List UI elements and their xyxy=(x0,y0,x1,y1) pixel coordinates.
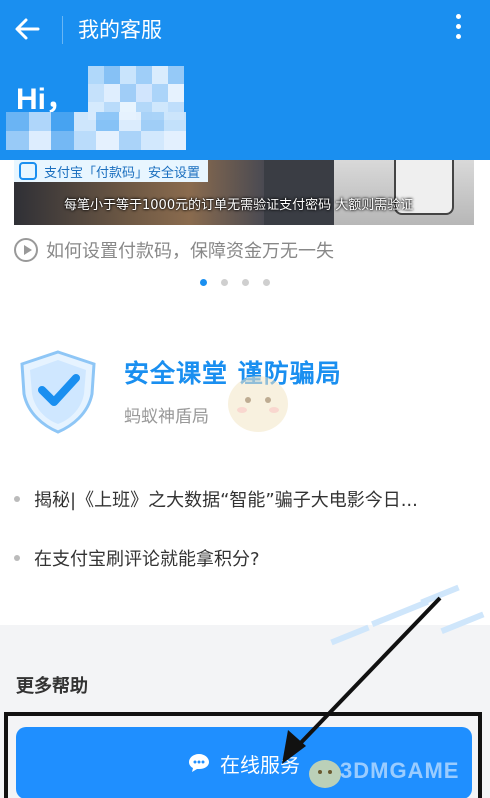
shield-check-icon xyxy=(20,350,96,434)
carousel-dot[interactable] xyxy=(200,279,207,286)
video-title: 如何设置付款码，保障资金万无一失 xyxy=(46,241,334,262)
more-help-heading: 更多帮助 xyxy=(16,676,88,697)
bullet xyxy=(14,555,20,561)
banner-tagline: 支付宝「付款码」安全设置 xyxy=(14,160,209,182)
promo-banner[interactable]: 支付宝「付款码」安全设置 每笔小于等于1000元的订单无需验证支付密码 大额则需… xyxy=(14,160,474,225)
header-divider xyxy=(62,16,63,44)
decorative-stripes xyxy=(330,584,485,646)
app-header: 我的客服 Hi， xyxy=(0,0,490,160)
online-service-label: 在线服务 xyxy=(220,752,300,777)
news-item[interactable]: 揭秘|《上班》之大数据“智能”骗子大电影今日... xyxy=(14,484,474,514)
watermark-text: 3DMGAME xyxy=(340,758,460,783)
play-circle-icon xyxy=(14,238,38,262)
security-class-card[interactable]: 安全课堂 谨防骗局 蚂蚁神盾局 xyxy=(14,348,474,438)
watermark-mascot-icon xyxy=(309,760,341,788)
news-title: 在支付宝刷评论就能拿积分? xyxy=(34,549,260,570)
carousel-dot[interactable] xyxy=(242,279,249,286)
banner-caption: 每笔小于等于1000元的订单无需验证支付密码 大额则需验证 xyxy=(64,198,414,213)
mascot-watermark-icon xyxy=(228,376,288,432)
security-subtitle: 蚂蚁神盾局 xyxy=(124,407,209,427)
news-title: 揭秘|《上班》之大数据“智能”骗子大电影今日... xyxy=(34,490,418,511)
back-arrow-icon[interactable] xyxy=(12,14,42,44)
news-item[interactable]: 在支付宝刷评论就能拿积分? xyxy=(14,543,474,573)
alipay-logo-icon xyxy=(19,162,37,180)
video-link[interactable]: 如何设置付款码，保障资金万无一失 xyxy=(14,236,334,264)
more-vertical-icon[interactable] xyxy=(454,14,462,44)
bullet xyxy=(14,496,20,502)
carousel-dots[interactable] xyxy=(200,279,284,286)
blurred-account xyxy=(6,112,186,150)
page-title: 我的客服 xyxy=(78,18,162,42)
carousel-dot[interactable] xyxy=(263,279,270,286)
carousel-dot[interactable] xyxy=(221,279,228,286)
chat-bubble-icon xyxy=(189,754,209,772)
